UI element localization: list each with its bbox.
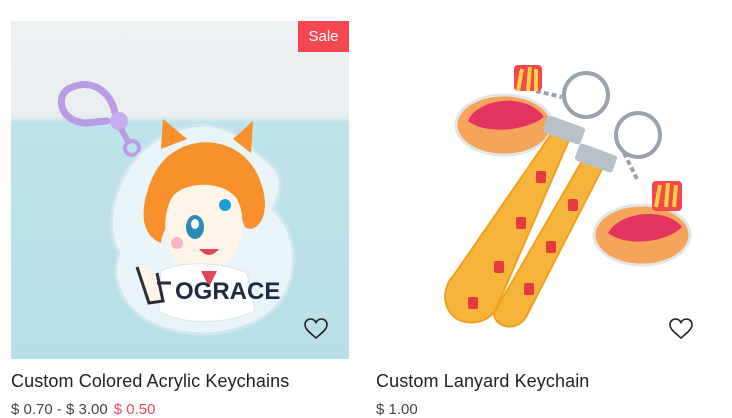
product-image[interactable]: OGRACE Sale: [11, 21, 349, 359]
product-card[interactable]: OGRACE Sale Custom Colored Acrylic Keych…: [11, 21, 349, 418]
heart-outline-icon[interactable]: [303, 317, 329, 341]
regular-price: $ 0.70 - $ 3.00: [11, 401, 108, 418]
product-image[interactable]: [376, 21, 714, 359]
regular-price: $ 1.00: [376, 401, 418, 418]
product-price: $ 1.00: [376, 401, 418, 418]
product-price: $ 0.70 - $ 3.00 $ 0.50: [11, 401, 155, 418]
product-card[interactable]: Custom Lanyard Keychain $ 1.00: [376, 21, 714, 418]
lanyard-keychain-illustration: [444, 65, 692, 328]
keychain-print-text: OGRACE: [175, 278, 280, 305]
product-title[interactable]: Custom Colored Acrylic Keychains: [11, 371, 289, 392]
sale-badge: Sale: [298, 21, 349, 52]
product-title[interactable]: Custom Lanyard Keychain: [376, 371, 589, 392]
acrylic-keychain-illustration: OGRACE: [57, 81, 296, 336]
sale-price: $ 0.50: [113, 401, 156, 418]
heart-outline-icon[interactable]: [668, 317, 694, 341]
